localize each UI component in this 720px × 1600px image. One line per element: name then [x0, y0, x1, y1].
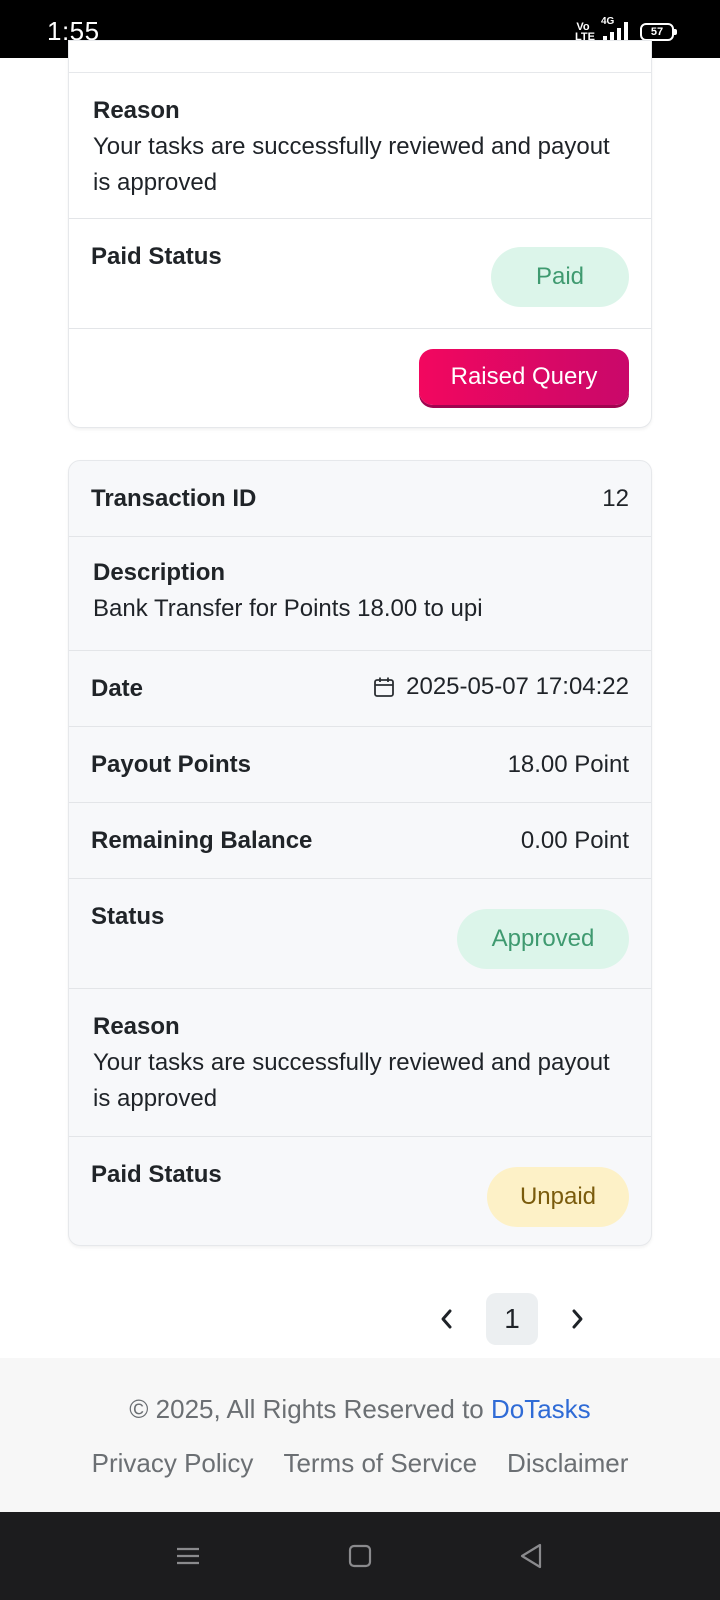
date-label: Date [91, 675, 144, 702]
reason-text: Your tasks are successfully reviewed and… [93, 1049, 610, 1112]
chevron-left-icon [441, 1309, 452, 1329]
reason-label: Reason [93, 97, 180, 124]
paid-status-badge: Paid [491, 247, 629, 307]
paid-status-row: Paid Status Unpaid [69, 1137, 651, 1245]
signal-icon: 4G [601, 16, 628, 42]
remaining-balance-row: Remaining Balance 0.00 Point [69, 803, 651, 879]
brand-link[interactable]: DoTasks [491, 1394, 591, 1424]
footer-links: Privacy Policy Terms of Service Disclaim… [0, 1448, 720, 1479]
description-row: Description Bank Transfer for Points 18.… [69, 537, 651, 651]
transaction-id-value: 12 [602, 485, 629, 512]
status-icons: Vo LTE 4G 57 [575, 16, 677, 43]
page-number-button[interactable]: 1 [486, 1293, 538, 1345]
home-icon[interactable] [344, 1540, 376, 1572]
paid-status-label: Paid Status [91, 243, 222, 270]
disclaimer-link[interactable]: Disclaimer [507, 1448, 628, 1479]
back-icon[interactable] [516, 1540, 548, 1572]
transaction-id-row: Transaction ID 12 [69, 461, 651, 537]
copyright-prefix: © 2025, All Rights Reserved to [129, 1394, 491, 1424]
status-row: Status Approved [69, 879, 651, 989]
terms-of-service-link[interactable]: Terms of Service [283, 1448, 477, 1479]
transaction-card: Transaction ID 12 Description Bank Trans… [68, 460, 652, 1246]
paid-status-label: Paid Status [91, 1161, 222, 1188]
raise-query-button[interactable]: Raised Query [419, 349, 629, 405]
payout-points-value: 18.00 Point [507, 751, 629, 778]
volte-icon: Vo LTE [575, 21, 595, 43]
pagination: 1 [420, 1292, 604, 1346]
footer: © 2025, All Rights Reserved to DoTasks P… [0, 1358, 720, 1512]
description-value: Bank Transfer for Points 18.00 to upi [93, 595, 483, 622]
transaction-id-label: Transaction ID [91, 485, 257, 512]
network-type: 4G [601, 16, 615, 27]
transaction-card-previous: Reason Your tasks are successfully revie… [68, 40, 652, 428]
status-label: Status [91, 903, 165, 930]
reason-row: Reason Your tasks are successfully revie… [69, 989, 651, 1137]
reason-text: Your tasks are successfully reviewed and… [93, 133, 610, 196]
next-page-button[interactable] [550, 1292, 604, 1346]
navigation-bar [0, 1512, 720, 1600]
calendar-icon [374, 677, 395, 697]
query-row: Raised Query [69, 329, 651, 427]
description-label: Description [93, 559, 226, 586]
remaining-balance-value: 0.00 Point [520, 827, 629, 854]
date-row: Date 2025-05-07 17:04:22 [69, 651, 651, 727]
previous-page-button[interactable] [420, 1292, 474, 1346]
privacy-policy-link[interactable]: Privacy Policy [92, 1448, 254, 1479]
reason-label: Reason [93, 1013, 180, 1040]
paid-status-row: Paid Status Paid [69, 219, 651, 329]
payout-points-row: Payout Points 18.00 Point [69, 727, 651, 803]
copyright-text: © 2025, All Rights Reserved to DoTasks [0, 1394, 720, 1425]
battery-icon: 57 [640, 23, 677, 41]
reason-row: Reason Your tasks are successfully revie… [69, 73, 651, 219]
remaining-balance-label: Remaining Balance [91, 827, 313, 854]
menu-icon[interactable] [172, 1540, 204, 1572]
status-badge: Approved [457, 909, 629, 969]
date-value-group: 2025-05-07 17:04:22 [372, 673, 629, 701]
payout-points-label: Payout Points [91, 751, 252, 778]
chevron-right-icon [572, 1309, 583, 1329]
unpaid-status-badge: Unpaid [487, 1167, 629, 1227]
date-value: 2025-05-07 17:04:22 [406, 673, 629, 700]
